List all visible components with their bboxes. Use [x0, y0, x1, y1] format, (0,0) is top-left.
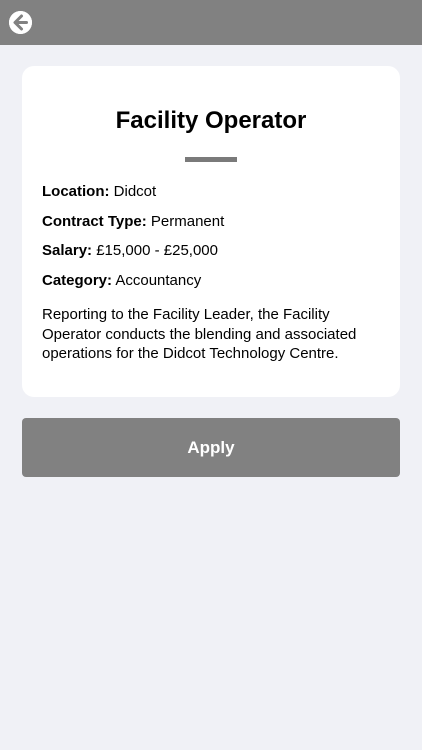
salary-label: Salary: — [42, 242, 93, 259]
arrow-left-circle-icon — [9, 11, 32, 34]
title-divider — [185, 157, 237, 162]
category-value: Accountancy — [115, 272, 202, 289]
salary-row: Salary: £15,000 - £25,000 — [42, 241, 382, 261]
job-title: Facility Operator — [115, 107, 307, 134]
contract-type-value: Permanent — [150, 213, 225, 230]
category-label: Category: — [42, 272, 113, 289]
location-value: Didcot — [113, 183, 157, 200]
category-row: Category: Accountancy — [42, 271, 382, 291]
apply-button[interactable]: Apply — [22, 418, 400, 477]
back-button[interactable] — [9, 11, 32, 34]
location-row: Location: Didcot — [42, 182, 382, 202]
location-label: Location: — [42, 183, 110, 200]
contract-type-label: Contract Type: — [42, 213, 147, 230]
job-description: Reporting to the Facility Leader, the Fa… — [42, 306, 357, 362]
salary-value: £15,000 - £25,000 — [96, 242, 218, 259]
contract-type-row: Contract Type: Permanent — [42, 212, 382, 232]
top-bar — [0, 0, 422, 45]
